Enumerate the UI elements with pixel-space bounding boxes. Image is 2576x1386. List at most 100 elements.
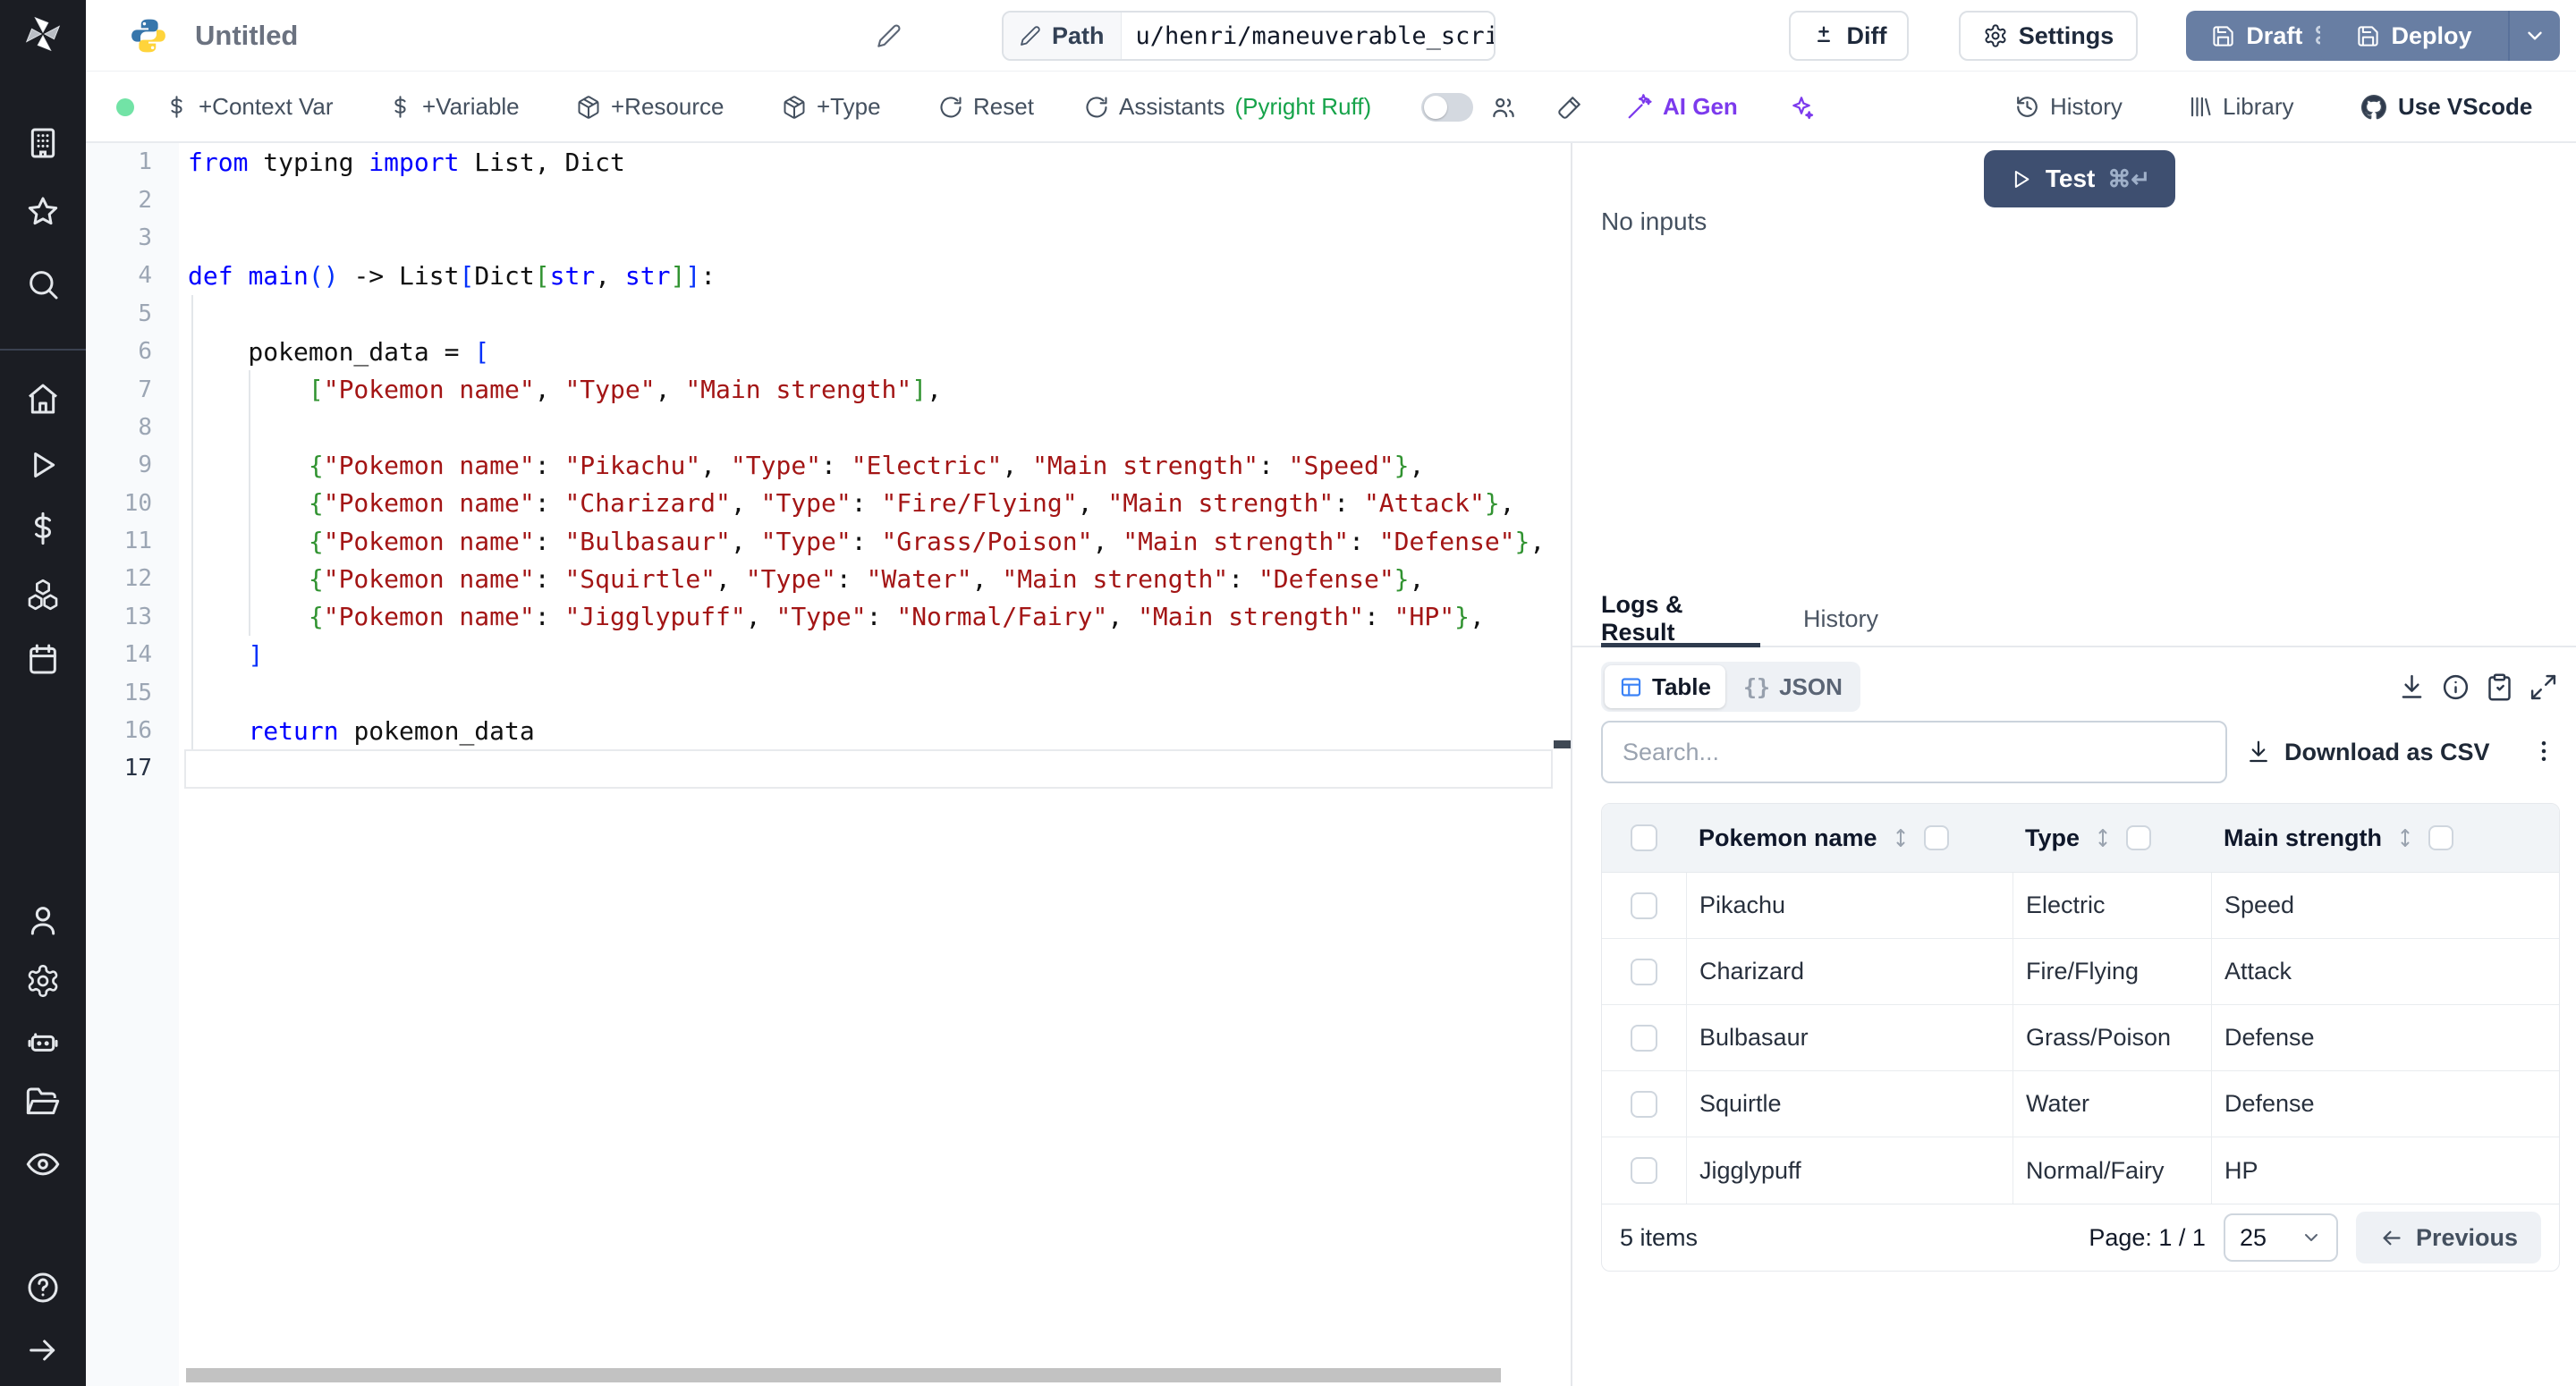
- dollar-icon: [25, 511, 61, 546]
- user-icon: [25, 902, 61, 938]
- home-icon: [25, 381, 61, 417]
- line-number: 7: [86, 376, 179, 403]
- code-line: 5: [86, 295, 1571, 333]
- windmill-logo[interactable]: [0, 11, 86, 57]
- column-filter-checkbox[interactable]: [2126, 825, 2151, 850]
- code-editor[interactable]: 1from typing import List, Dict234def mai…: [86, 143, 1571, 1386]
- result-info-button[interactable]: [2441, 672, 2470, 702]
- horizontal-scrollbar[interactable]: [186, 1368, 1501, 1382]
- table-body: PikachuElectricSpeedCharizardFire/Flying…: [1602, 873, 2559, 1204]
- result-actions: [2397, 672, 2558, 702]
- column-filter-checkbox[interactable]: [2428, 825, 2453, 850]
- sidebar-item-runs[interactable]: [0, 445, 86, 485]
- table-row: JigglypuffNormal/FairyHP: [1602, 1137, 2559, 1204]
- code-line: 17: [86, 749, 1571, 787]
- diff-button[interactable]: Diff: [1789, 11, 1909, 61]
- toggle-switch[interactable]: [1421, 93, 1473, 122]
- use-vscode-button[interactable]: Use VScode: [2360, 72, 2532, 141]
- eye-icon: [25, 1146, 61, 1182]
- editor-toolbar: +Context Var +Variable +Resource +Type R…: [86, 72, 2576, 143]
- sidebar-item-search[interactable]: [0, 265, 86, 304]
- code-line: 10 {"Pokemon name": "Charizard", "Type":…: [86, 485, 1571, 522]
- add-context-var-button[interactable]: +Context Var: [165, 72, 334, 141]
- page-indicator: Page: 1 / 1: [2089, 1224, 2206, 1252]
- row-checkbox[interactable]: [1631, 892, 1657, 919]
- sort-icon[interactable]: [1890, 827, 1911, 849]
- table-row: PikachuElectricSpeed: [1602, 873, 2559, 939]
- items-count: 5 items: [1620, 1224, 1698, 1252]
- deploy-button[interactable]: Deploy: [2320, 11, 2508, 61]
- expand-result-button[interactable]: [2529, 672, 2558, 702]
- path-field[interactable]: Path u/henri/maneuverable_script: [1002, 11, 1496, 61]
- row-checkbox[interactable]: [1631, 1025, 1657, 1052]
- edit-summary-button[interactable]: [877, 0, 902, 72]
- test-button[interactable]: Test ⌘↵: [1984, 150, 2175, 207]
- sidebar-item-folders[interactable]: [0, 1083, 86, 1122]
- view-json-button[interactable]: {} JSON: [1729, 665, 1857, 708]
- ai-suggest-button[interactable]: [1787, 72, 1816, 141]
- sidebar-item-schedules[interactable]: [0, 639, 86, 679]
- deploy-split-button: Deploy: [2320, 11, 2560, 61]
- table-icon: [1619, 675, 1643, 699]
- tab-logs-result[interactable]: Logs & Result: [1601, 590, 1760, 647]
- table-cell: Water: [2012, 1071, 2211, 1137]
- multiplayer-toggle[interactable]: [1421, 72, 1517, 141]
- sidebar-item-audit[interactable]: [0, 1145, 86, 1184]
- ai-gen-button[interactable]: AI Gen: [1626, 72, 1738, 141]
- sidebar-divider: [0, 349, 86, 351]
- row-checkbox[interactable]: [1631, 1091, 1657, 1118]
- help-icon: [25, 1270, 61, 1306]
- deploy-menu-button[interactable]: [2508, 11, 2560, 61]
- sidebar-item-variables[interactable]: [0, 509, 86, 548]
- copy-result-button[interactable]: [2485, 672, 2514, 702]
- sidebar-item-home[interactable]: [0, 379, 86, 418]
- table-menu-button[interactable]: [2519, 726, 2569, 776]
- download-result-button[interactable]: [2397, 672, 2427, 702]
- column-filter-checkbox[interactable]: [1924, 825, 1949, 850]
- sidebar-collapse[interactable]: [0, 1331, 86, 1370]
- format-button[interactable]: [1556, 72, 1583, 141]
- line-number: 17: [86, 755, 179, 782]
- table-cell: Defense: [2211, 1005, 2559, 1070]
- play-icon: [2009, 167, 2033, 191]
- code-line: 8: [86, 409, 1571, 446]
- history-button[interactable]: History: [2014, 72, 2123, 141]
- library-button[interactable]: Library: [2187, 72, 2293, 141]
- kebab-icon: [2530, 738, 2557, 765]
- select-all-checkbox[interactable]: [1631, 824, 1657, 851]
- sidebar-item-settings[interactable]: [0, 961, 86, 1001]
- sort-icon[interactable]: [2092, 827, 2114, 849]
- page-size-select[interactable]: 25: [2224, 1213, 2338, 1262]
- sidebar-item-workspace[interactable]: [0, 123, 86, 163]
- table-cell: Pikachu: [1686, 873, 2012, 938]
- row-checkbox[interactable]: [1631, 1157, 1657, 1184]
- run-panel: Test ⌘↵ No inputs Logs & Result History …: [1572, 143, 2576, 1386]
- clipboard-icon: [2485, 672, 2514, 702]
- sidebar-item-users[interactable]: [0, 900, 86, 940]
- tab-history[interactable]: History: [1796, 590, 1885, 647]
- view-table-button[interactable]: Table: [1605, 665, 1725, 708]
- sidebar-item-favorites[interactable]: [0, 192, 86, 232]
- download-csv-button[interactable]: Download as CSV: [2245, 721, 2490, 783]
- assistants-button[interactable]: Assistants (Pyright Ruff): [1084, 72, 1371, 141]
- code-lines: 1from typing import List, Dict234def mai…: [86, 143, 1571, 788]
- sidebar-item-workers[interactable]: [0, 1023, 86, 1062]
- brush-icon: [1556, 94, 1583, 121]
- save-icon: [2356, 24, 2380, 48]
- package-icon: [576, 95, 601, 120]
- reset-button[interactable]: Reset: [938, 72, 1034, 141]
- line-number: 2: [86, 187, 179, 214]
- arrow-right-icon: [25, 1332, 61, 1368]
- sort-icon[interactable]: [2394, 827, 2416, 849]
- add-variable-button[interactable]: +Variable: [388, 72, 520, 141]
- settings-button[interactable]: Settings: [1959, 11, 2138, 61]
- previous-page-button[interactable]: Previous: [2356, 1212, 2541, 1263]
- sidebar-item-resources[interactable]: [0, 575, 86, 614]
- row-checkbox[interactable]: [1631, 959, 1657, 985]
- add-resource-button[interactable]: +Resource: [576, 72, 724, 141]
- sidebar-item-help[interactable]: [0, 1268, 86, 1307]
- arrow-left-icon: [2379, 1226, 2403, 1250]
- line-number: 9: [86, 452, 179, 478]
- add-type-button[interactable]: +Type: [782, 72, 881, 141]
- result-search-input[interactable]: [1601, 721, 2227, 783]
